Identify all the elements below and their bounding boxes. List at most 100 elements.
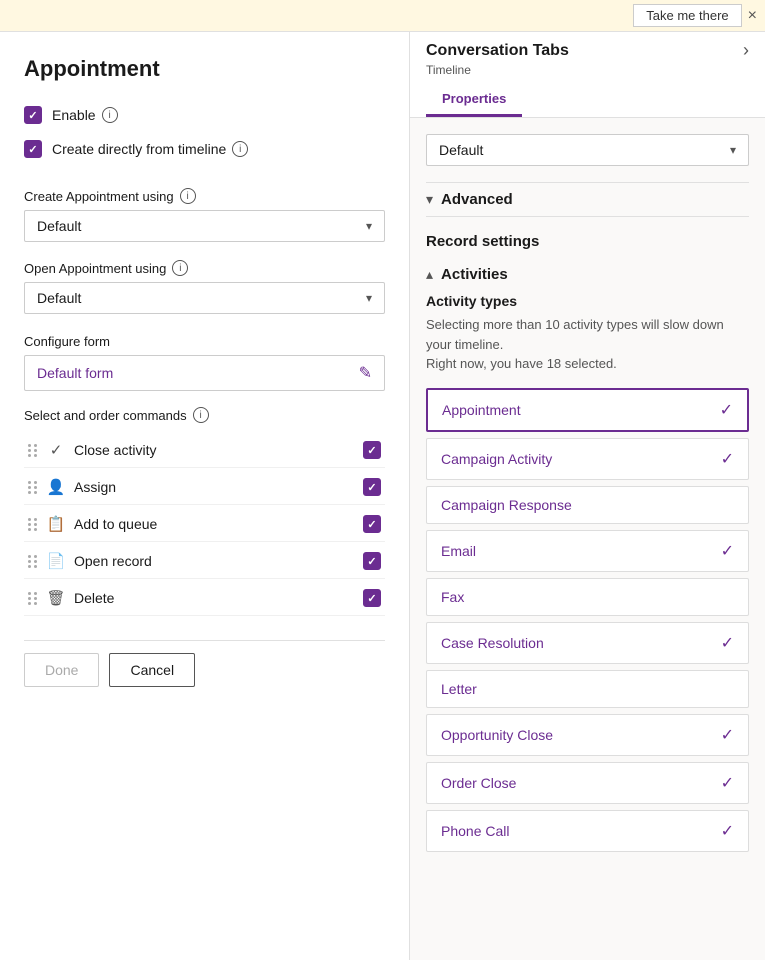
create-timeline-checkbox[interactable] (24, 140, 42, 158)
left-panel: Appointment Enable i Create directly fro… (0, 32, 410, 960)
activity-check-icon: ✓ (721, 449, 734, 469)
assign-label: Assign (74, 479, 355, 495)
activity-item-label: Fax (441, 589, 464, 605)
delete-icon: 🗑 (46, 589, 66, 607)
command-row: 📋 Add to queue (24, 507, 385, 542)
open-using-info-icon[interactable]: i (172, 260, 188, 276)
activity-item[interactable]: Order Close ✓ (426, 762, 749, 804)
create-using-dropdown[interactable]: Default ▾ (24, 210, 385, 242)
activity-types-desc: Selecting more than 10 activity types wi… (426, 315, 749, 374)
drag-handle[interactable] (28, 555, 38, 568)
add-queue-label: Add to queue (74, 516, 355, 532)
activity-item[interactable]: Case Resolution ✓ (426, 622, 749, 664)
activity-item[interactable]: Letter (426, 670, 749, 708)
create-using-arrow: ▾ (366, 219, 372, 233)
advanced-section-header[interactable]: ▾ Advanced (426, 182, 749, 217)
activity-item[interactable]: Opportunity Close ✓ (426, 714, 749, 756)
command-list: ✓ Close activity 👤 Assign (24, 433, 385, 616)
activity-item[interactable]: Fax (426, 578, 749, 616)
activity-item[interactable]: Campaign Response (426, 486, 749, 524)
activity-check-icon: ✓ (721, 725, 734, 745)
close-activity-label: Close activity (74, 442, 355, 458)
activities-title: Activities (441, 266, 508, 283)
command-row: ✓ Close activity (24, 433, 385, 468)
configure-form-label: Configure form (24, 334, 385, 349)
drag-handle[interactable] (28, 481, 38, 494)
activity-item[interactable]: Campaign Activity ✓ (426, 438, 749, 480)
main-layout: Appointment Enable i Create directly fro… (0, 32, 765, 960)
activity-types-label: Activity types (426, 293, 749, 309)
assign-checkbox[interactable] (363, 478, 381, 496)
open-using-arrow: ▾ (366, 291, 372, 305)
properties-dropdown-arrow: ▾ (730, 143, 736, 157)
conv-tabs-row: Conversation Tabs › (426, 40, 749, 61)
close-activity-checkbox[interactable] (363, 441, 381, 459)
right-content: Default ▾ ▾ Advanced Record settings ▴ A… (410, 118, 765, 960)
activity-item-label: Campaign Activity (441, 451, 552, 467)
assign-icon: 👤 (46, 478, 66, 496)
add-queue-checkbox[interactable] (363, 515, 381, 533)
conv-tabs-title: Conversation Tabs (426, 42, 569, 60)
activity-item-label: Letter (441, 681, 477, 697)
activity-item-label: Opportunity Close (441, 727, 553, 743)
command-row: 🗑 Delete (24, 581, 385, 616)
cancel-button[interactable]: Cancel (109, 653, 195, 687)
panel-title: Appointment (24, 56, 385, 82)
command-row: 📄 Open record (24, 544, 385, 579)
add-queue-icon: 📋 (46, 515, 66, 533)
delete-checkbox[interactable] (363, 589, 381, 607)
tab-properties[interactable]: Properties (426, 83, 522, 117)
close-banner-button[interactable]: × (748, 7, 757, 25)
open-using-dropdown[interactable]: Default ▾ (24, 282, 385, 314)
create-timeline-row: Create directly from timeline i (24, 140, 385, 158)
right-header: Conversation Tabs › Timeline Properties (410, 32, 765, 118)
activity-item-label: Campaign Response (441, 497, 572, 513)
activity-item-label: Order Close (441, 775, 516, 791)
create-using-label: Create Appointment using i (24, 188, 385, 204)
enable-info-icon[interactable]: i (102, 107, 118, 123)
advanced-section-title: Advanced (441, 191, 513, 208)
delete-label: Delete (74, 590, 355, 606)
activity-list: Appointment ✓ Campaign Activity ✓ Campai… (426, 388, 749, 852)
configure-form-field: Default form ✎ (24, 355, 385, 391)
timeline-label: Timeline (426, 63, 749, 77)
activity-item[interactable]: Email ✓ (426, 530, 749, 572)
activities-chevron-icon: ▴ (426, 266, 433, 283)
close-activity-icon: ✓ (46, 441, 66, 459)
properties-select[interactable]: Default ▾ (426, 134, 749, 166)
activity-check-icon: ✓ (721, 773, 734, 793)
open-record-label: Open record (74, 553, 355, 569)
panel-footer: Done Cancel (24, 640, 385, 687)
activity-item[interactable]: Appointment ✓ (426, 388, 749, 432)
activity-item-label: Email (441, 543, 476, 559)
activity-check-icon: ✓ (721, 821, 734, 841)
configure-form-value: Default form (37, 365, 113, 381)
enable-label: Enable i (52, 107, 118, 123)
activity-item-label: Appointment (442, 402, 521, 418)
activity-item[interactable]: Phone Call ✓ (426, 810, 749, 852)
open-record-icon: 📄 (46, 552, 66, 570)
activity-item-label: Case Resolution (441, 635, 544, 651)
create-timeline-info-icon[interactable]: i (232, 141, 248, 157)
activity-check-icon: ✓ (720, 400, 733, 420)
open-record-checkbox[interactable] (363, 552, 381, 570)
activity-item-label: Phone Call (441, 823, 510, 839)
drag-handle[interactable] (28, 444, 38, 457)
select-order-info-icon[interactable]: i (193, 407, 209, 423)
drag-handle[interactable] (28, 592, 38, 605)
create-timeline-label: Create directly from timeline i (52, 141, 248, 157)
enable-checkbox[interactable] (24, 106, 42, 124)
nav-arrow-icon[interactable]: › (743, 40, 749, 61)
activities-header[interactable]: ▴ Activities (426, 266, 749, 283)
create-using-info-icon[interactable]: i (180, 188, 196, 204)
select-order-label: Select and order commands i (24, 407, 385, 423)
done-button[interactable]: Done (24, 653, 99, 687)
drag-handle[interactable] (28, 518, 38, 531)
activity-check-icon: ✓ (721, 633, 734, 653)
activity-check-icon: ✓ (721, 541, 734, 561)
create-using-value: Default (37, 218, 81, 234)
open-using-label: Open Appointment using i (24, 260, 385, 276)
edit-form-icon[interactable]: ✎ (359, 363, 372, 383)
advanced-chevron-icon: ▾ (426, 191, 433, 208)
take-me-there-button[interactable]: Take me there (633, 4, 741, 27)
